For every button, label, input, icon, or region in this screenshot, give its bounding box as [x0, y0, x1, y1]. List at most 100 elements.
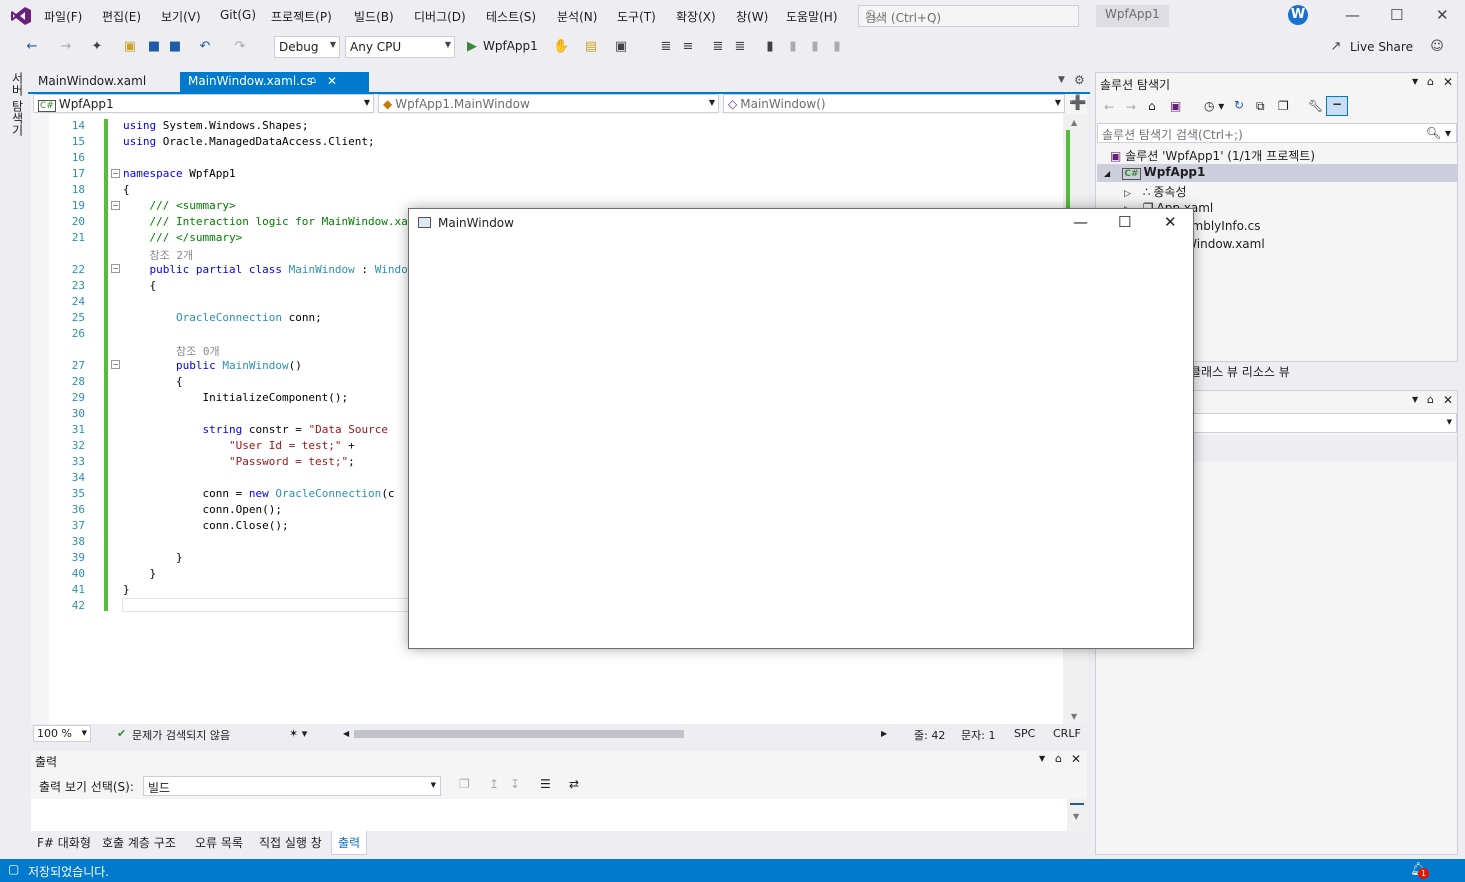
collapsed-arrow-icon[interactable]: ▷ [1124, 189, 1131, 199]
tree-project-node[interactable]: ◢ C# WpfApp1 [1104, 165, 1205, 180]
fold-toggle[interactable]: − [111, 201, 120, 210]
scroll-thumb[interactable] [1070, 803, 1084, 805]
next-bookmark-icon[interactable]: ▮ [807, 39, 823, 55]
zoom-select[interactable]: 100 % ▼ [33, 725, 91, 742]
line-ending-indicator[interactable]: CRLF [1053, 727, 1081, 740]
clear-all-icon[interactable]: ☰ [540, 777, 551, 791]
save-all-icon[interactable]: ■ [167, 39, 183, 55]
start-debug-icon[interactable]: ▶ [464, 39, 480, 55]
forward-icon[interactable]: → [58, 39, 74, 55]
prev-message-icon[interactable]: ↥ [489, 777, 499, 791]
menu-tools[interactable]: 도구(T) [617, 8, 656, 25]
pin-icon[interactable]: ⌂ [1055, 752, 1062, 765]
chevron-down-icon[interactable]: ▼ [1039, 754, 1045, 763]
window-maximize-icon[interactable]: ☐ [1118, 213, 1131, 231]
expanded-arrow-icon[interactable]: ◢ [1104, 169, 1110, 178]
scroll-down-icon[interactable]: ▼ [1071, 712, 1077, 721]
back-icon[interactable]: ← [24, 39, 40, 55]
browse-icon[interactable]: ▤ [583, 39, 599, 55]
preview-selected-icon[interactable]: − [1326, 96, 1348, 116]
word-wrap-icon[interactable]: ⇄ [569, 777, 579, 791]
close-icon[interactable]: ✕ [1436, 6, 1449, 24]
tab-immediate-window[interactable]: 직접 실행 창 [259, 834, 322, 851]
line-indicator[interactable]: 줄: 42 [914, 727, 945, 743]
output-text-area[interactable] [31, 799, 1067, 831]
server-explorer-tab[interactable]: 서버 탐색기 [9, 72, 26, 136]
gear-icon[interactable]: ⚙ [1074, 73, 1085, 87]
indent-indicator[interactable]: SPC [1014, 727, 1035, 740]
platform-select[interactable]: Any CPU ▼ [345, 36, 455, 58]
menu-debug[interactable]: 디버그(D) [414, 8, 466, 25]
menu-analyze[interactable]: 분석(N) [557, 8, 597, 25]
scroll-right-icon[interactable]: ▶ [881, 729, 887, 738]
wpf-main-window[interactable]: MainWindow — ☐ ✕ [408, 208, 1194, 649]
wrench-icon[interactable]: 🔧︎ [1308, 99, 1323, 113]
close-icon[interactable]: ✕ [1443, 393, 1453, 407]
menu-git[interactable]: Git(G) [220, 8, 256, 22]
pending-changes-icon[interactable]: ◷ ▾ [1204, 99, 1224, 113]
scroll-left-icon[interactable]: ◀ [343, 729, 349, 738]
menu-view[interactable]: 보기(V) [161, 8, 201, 25]
window-close-icon[interactable]: ✕ [1164, 213, 1177, 231]
tab-mainwindow-xaml[interactable]: MainWindow.xaml [30, 72, 154, 93]
show-all-files-icon[interactable]: ❐ [1278, 99, 1289, 113]
minimize-icon[interactable]: — [1345, 6, 1360, 24]
bookmark-icon[interactable]: ▮ [762, 39, 778, 55]
project-dropdown[interactable]: C# WpfApp1 ▼ [33, 94, 374, 113]
tab-error-list[interactable]: 오류 목록 [195, 834, 243, 851]
open-folder-icon[interactable]: ▣ [122, 39, 138, 55]
menu-help[interactable]: 도움말(H) [786, 8, 838, 25]
issues-status[interactable]: 문제가 검색되지 않음 [132, 727, 230, 743]
save-icon[interactable]: ■ [146, 39, 162, 55]
window-minimize-icon[interactable]: — [1073, 213, 1088, 231]
output-source-select[interactable]: 빌드 ▼ [143, 776, 441, 796]
redo-icon[interactable]: ↷ [232, 39, 248, 55]
tree-solution-node[interactable]: ▣ 솔루션 'WpfApp1' (1/1개 프로젝트) [1110, 147, 1315, 164]
close-icon[interactable]: ✕ [1071, 752, 1081, 766]
fold-toggle[interactable]: − [111, 264, 120, 273]
live-share-icon[interactable]: ↗ [1328, 39, 1344, 55]
configuration-select[interactable]: Debug ▼ [274, 36, 340, 58]
scroll-down-icon[interactable]: ▼ [1073, 812, 1079, 821]
menu-window[interactable]: 창(W) [736, 8, 768, 25]
uncomment-icon[interactable]: ≣ [732, 39, 748, 55]
code-cleanup-icon[interactable]: ✶ ▾ [289, 727, 307, 740]
class-dropdown[interactable]: ◆ WpfApp1.MainWindow ▼ [378, 94, 719, 113]
tree-dependencies-node[interactable]: ▷ ∴ 종속성 [1124, 183, 1187, 200]
code-lens-references[interactable]: 참조 0개 [123, 343, 220, 359]
chevron-down-icon[interactable]: ▼ [1412, 395, 1418, 404]
next-message-icon[interactable]: ↧ [510, 777, 520, 791]
menu-extensions[interactable]: 확장(X) [676, 8, 716, 25]
feedback-icon[interactable]: ☺ [1429, 39, 1445, 55]
split-editor-icon[interactable]: ➕ [1069, 95, 1086, 111]
code-lens-references[interactable]: 참조 2개 [123, 247, 194, 263]
step-icon[interactable]: ≣ [658, 39, 674, 55]
column-indicator[interactable]: 문자: 1 [961, 727, 995, 743]
menu-build[interactable]: 빌드(B) [354, 8, 394, 25]
home-icon[interactable]: ⌂ [1148, 99, 1156, 113]
menu-test[interactable]: 테스트(S) [486, 8, 536, 25]
search-input[interactable]: 검색 (Ctrl+Q) 🔍︎ [858, 5, 1079, 27]
new-project-icon[interactable]: ✦ [89, 39, 105, 55]
format-icon[interactable]: ≡ [680, 39, 696, 55]
tab-call-hierarchy[interactable]: 호출 계층 구조 [102, 834, 176, 851]
pin-icon[interactable]: ⌂ [310, 75, 316, 86]
pin-icon[interactable]: ⌂ [1427, 75, 1434, 88]
menu-project[interactable]: 프로젝트(P) [271, 8, 332, 25]
sync-icon[interactable]: ↻ [1234, 98, 1244, 112]
tab-fsharp-interactive[interactable]: F# 대화형 [37, 834, 91, 851]
menu-edit[interactable]: 편집(E) [102, 8, 141, 25]
chevron-down-icon[interactable]: ▼ [1412, 77, 1418, 86]
clear-bookmarks-icon[interactable]: ▮ [829, 39, 845, 55]
undo-icon[interactable]: ↶ [197, 39, 213, 55]
forward-icon[interactable]: → [1126, 100, 1136, 114]
back-icon[interactable]: ← [1104, 100, 1114, 114]
prev-bookmark-icon[interactable]: ▮ [785, 39, 801, 55]
account-avatar[interactable]: W [1288, 5, 1308, 25]
member-dropdown[interactable]: ◇ MainWindow() ▼ [723, 94, 1065, 113]
pin-icon[interactable]: ⌂ [1427, 393, 1434, 406]
screenshot-icon[interactable]: ▣ [613, 39, 629, 55]
output-scrollbar[interactable]: ▼ [1067, 799, 1087, 831]
fold-toggle[interactable]: − [111, 169, 120, 178]
solution-search-input[interactable]: 솔루션 탐색기 검색(Ctrl+;) 🔍︎ ▾ [1097, 123, 1457, 143]
